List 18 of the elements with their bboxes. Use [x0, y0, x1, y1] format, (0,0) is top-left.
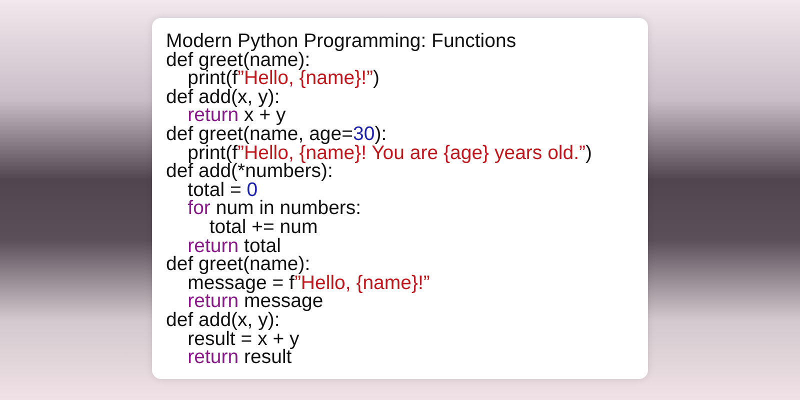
- code-line: total = 0: [186, 180, 258, 200]
- code-line: return x + y: [188, 106, 286, 125]
- code-line: def add(x, y):: [166, 310, 280, 330]
- code-line: total += num: [208, 218, 318, 237]
- code-line: return message: [188, 292, 324, 311]
- code-line: result = x + y: [186, 330, 300, 348]
- code-line: def add(x, y):: [166, 88, 280, 106]
- code-line: def greet(name, age=30):: [166, 124, 387, 144]
- code-line: def greet(name):: [166, 50, 310, 70]
- code-line: def add(*numbers):: [166, 162, 333, 181]
- code-title: Modern Python Programming: Functions: [166, 32, 516, 51]
- code-line: return result: [186, 348, 292, 367]
- code-line: print(f”Hello, {name}!”): [188, 69, 380, 88]
- code-line: def greet(name):: [166, 255, 310, 274]
- code-line: for num in numbers:: [186, 199, 362, 218]
- code-line: message = f”Hello, {name}!”: [186, 274, 430, 292]
- code-line: print(f”Hello, {name}! You are {age} years old.”): [188, 144, 592, 162]
- code-line: return total: [188, 236, 281, 256]
